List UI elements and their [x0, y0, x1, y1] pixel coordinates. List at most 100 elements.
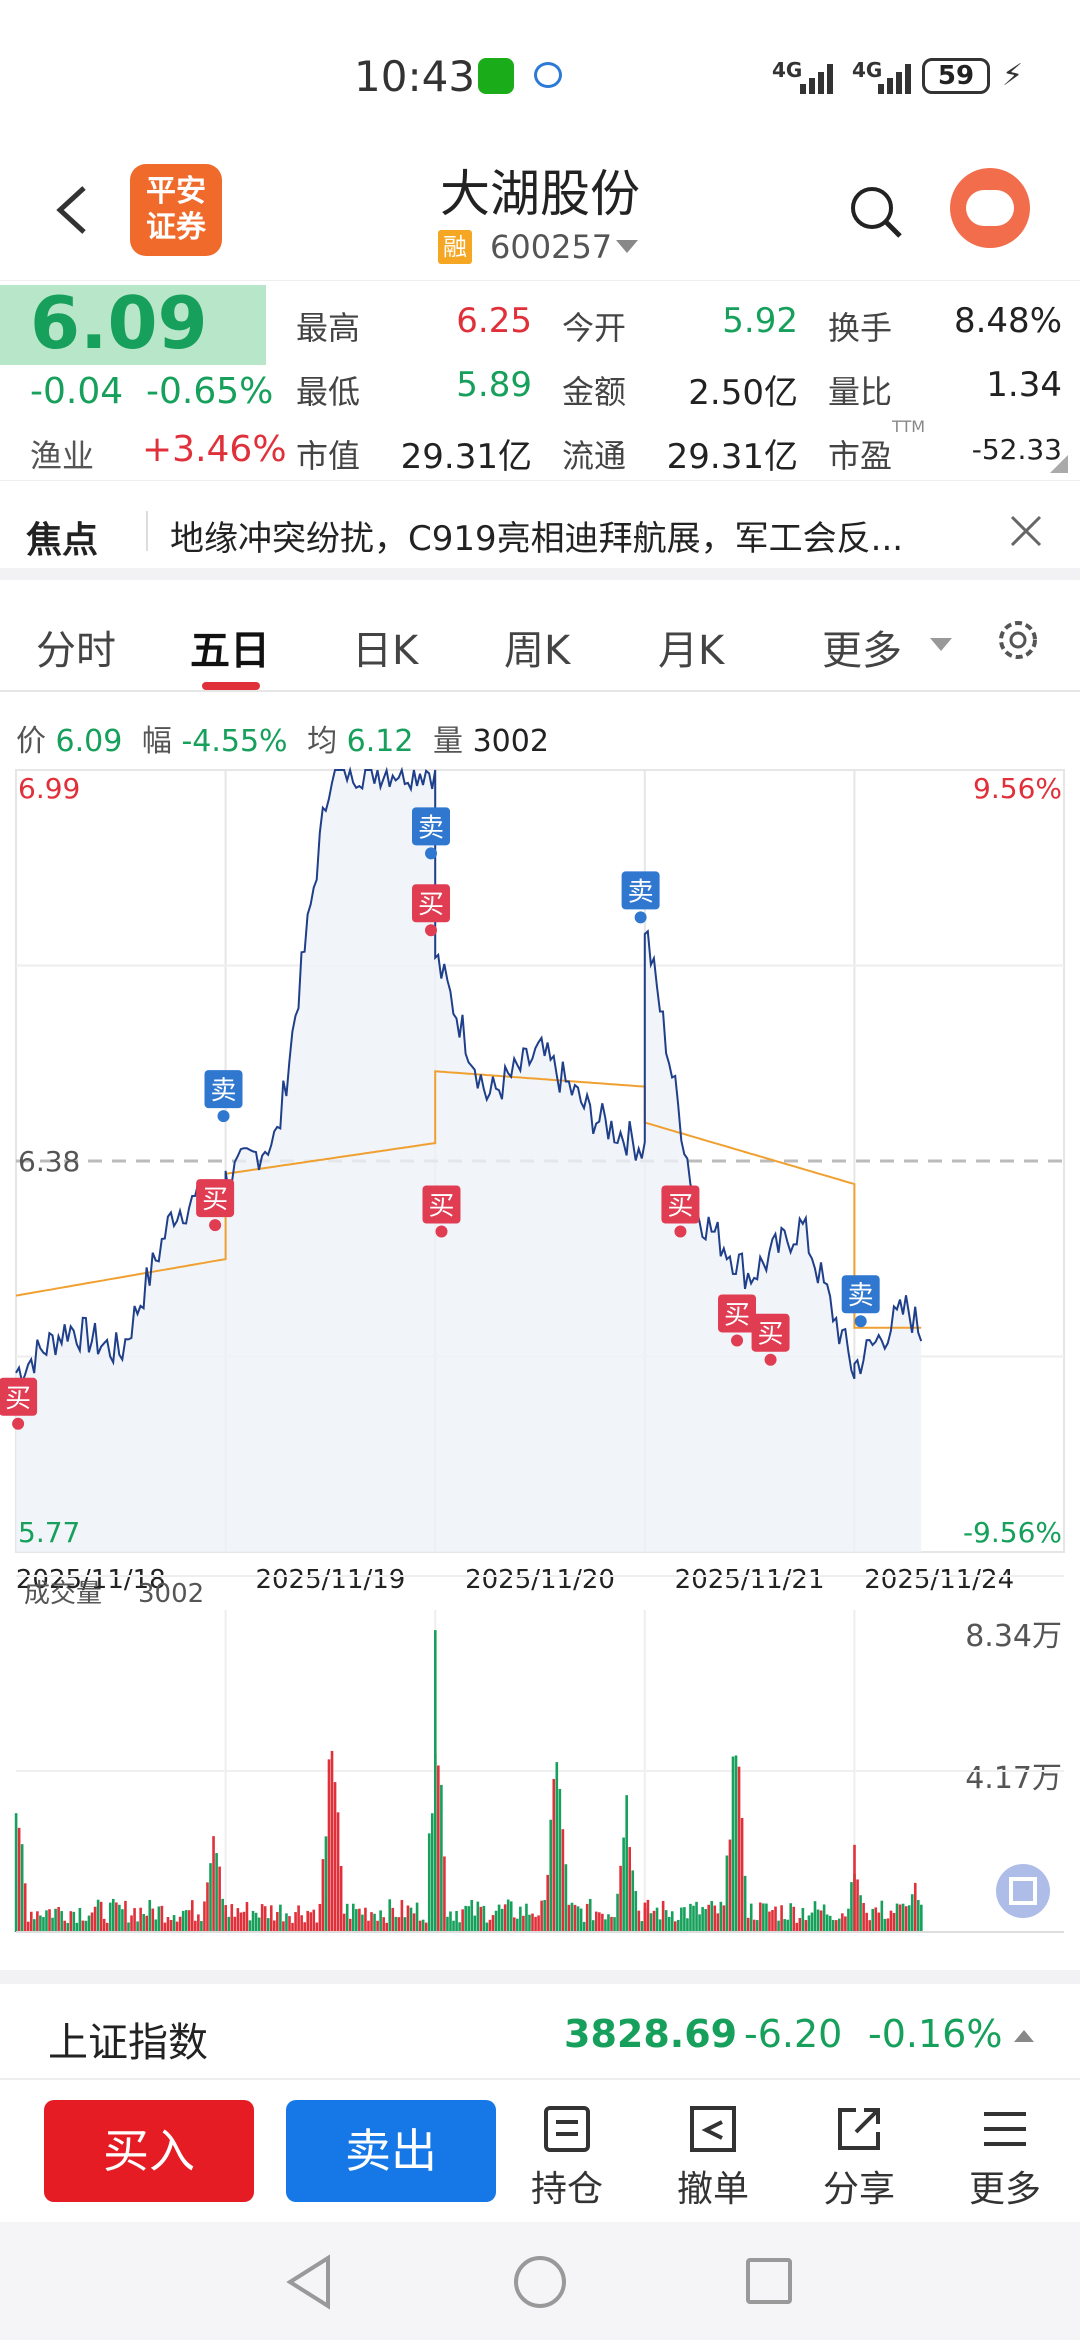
- volume-bar: [485, 1922, 489, 1932]
- avatar[interactable]: [950, 168, 1030, 248]
- volume-bar: [26, 1921, 30, 1932]
- volume-bar: [154, 1919, 158, 1932]
- volume-bar: [200, 1920, 203, 1932]
- volume-bar: [661, 1900, 665, 1932]
- volume-bar: [163, 1922, 167, 1932]
- high-value: 6.25: [456, 301, 532, 341]
- volume-bar: [148, 1900, 152, 1932]
- volume-bar: [376, 1920, 379, 1932]
- volume-bar: [525, 1903, 528, 1932]
- sell-marker-label: 卖: [628, 877, 654, 907]
- volume-bar: [81, 1920, 85, 1932]
- volume-bar: [500, 1908, 504, 1932]
- news-text[interactable]: 地缘冲突纷扰，C919亮相迪拜航展，军工会反...: [170, 511, 990, 560]
- holdings-button[interactable]: 持仓: [512, 2104, 622, 2212]
- volume-bar: [361, 1914, 364, 1932]
- tab-five-day[interactable]: 五日: [190, 618, 270, 676]
- more-button[interactable]: 更多: [950, 2104, 1060, 2212]
- cancel-order-button[interactable]: 撤单: [658, 2104, 768, 2212]
- close-icon[interactable]: [1006, 511, 1046, 551]
- volume-bar: [118, 1904, 121, 1932]
- volume-bar: [327, 1759, 331, 1932]
- amount-label: 金额: [562, 373, 627, 411]
- volume-bar: [443, 1856, 446, 1932]
- share-icon: [838, 2108, 880, 2150]
- volume-bar: [798, 1918, 802, 1932]
- volume-bar: [437, 1765, 440, 1932]
- volume-bar: [828, 1915, 832, 1932]
- fullscreen-icon[interactable]: [996, 1864, 1050, 1918]
- five-day-chart[interactable]: 价 6.09 幅 -4.55% 均 6.12 量 3002 6.99 9.56% 6…: [0, 692, 1080, 1952]
- volume-value: 3002: [138, 1579, 204, 1609]
- volume-bar: [801, 1907, 805, 1932]
- mcap-value: 29.31亿: [400, 437, 532, 477]
- tab-daily-k[interactable]: 日K: [352, 618, 418, 676]
- volume-bar: [582, 1921, 586, 1932]
- volume-bar: [291, 1922, 294, 1932]
- price-chart-svg: 6.99 9.56%6.385.77 -9.56%2025/11/18 2025/11…: [0, 766, 1065, 1933]
- expand-up-icon[interactable]: [1014, 2030, 1034, 2042]
- volume-bar: [467, 1906, 471, 1932]
- volume-bar: [84, 1920, 88, 1932]
- volume-bar: [680, 1907, 683, 1932]
- volume-bar: [910, 1894, 914, 1932]
- tab-intraday[interactable]: 分时: [36, 618, 116, 676]
- volume-bar: [266, 1918, 270, 1932]
- network-4g-1: 4G: [772, 58, 803, 82]
- settings-gear-icon[interactable]: [994, 616, 1042, 664]
- volume-bar: [294, 1912, 297, 1932]
- volume-bar: [403, 1917, 407, 1932]
- volume-bar: [355, 1909, 358, 1932]
- volume-bar: [424, 1922, 428, 1932]
- news-bar[interactable]: 焦点 地缘冲突纷扰，C919亮相迪拜航展，军工会反...: [0, 480, 1080, 580]
- volume-label: 成交量: [24, 1579, 102, 1609]
- buy-button[interactable]: 买入: [44, 2100, 254, 2202]
- buy-marker-dot: [674, 1225, 687, 1238]
- index-ticker[interactable]: 上证指数 3828.69 -6.20 -0.16%: [0, 1970, 1080, 2080]
- low-value: 5.89: [456, 365, 532, 405]
- volume-bar: [695, 1901, 698, 1932]
- tab-more[interactable]: 更多: [822, 618, 902, 676]
- volume-bar: [591, 1920, 595, 1932]
- volume-bar: [847, 1908, 850, 1932]
- wechat-icon: [478, 58, 514, 94]
- vol-mid-label: 4.17万: [965, 1761, 1062, 1796]
- volume-bar: [719, 1901, 723, 1932]
- cancel-order-label: 撤单: [676, 2169, 749, 2210]
- volume-bar: [190, 1900, 194, 1932]
- volume-bar: [427, 1833, 431, 1932]
- volume-bar: [813, 1901, 817, 1932]
- expand-corner-icon[interactable]: [1050, 455, 1068, 473]
- volume-bar: [613, 1917, 616, 1932]
- volume-bar: [273, 1920, 276, 1932]
- nav-recents-icon[interactable]: [746, 2258, 792, 2304]
- sell-button[interactable]: 卖出: [286, 2100, 496, 2202]
- volume-bar: [452, 1920, 455, 1932]
- pe-label: 市盈: [828, 437, 893, 475]
- volume-bar: [838, 1918, 841, 1932]
- volume-bar: [29, 1911, 33, 1932]
- share-button[interactable]: 分享: [804, 2104, 914, 2212]
- volume-bar: [546, 1874, 549, 1932]
- tab-monthly-k[interactable]: 月K: [658, 618, 724, 676]
- code-dropdown-icon[interactable]: [616, 240, 638, 253]
- volume-bar: [913, 1882, 917, 1932]
- volume-bar: [670, 1911, 674, 1932]
- volume-bar: [312, 1909, 316, 1932]
- sector-name[interactable]: 渔业: [30, 431, 94, 477]
- volume-bar: [759, 1902, 762, 1932]
- volume-bar: [494, 1910, 498, 1932]
- more-dropdown-icon[interactable]: [930, 638, 952, 651]
- volume-bar: [248, 1920, 252, 1932]
- nav-back-icon[interactable]: [280, 2252, 340, 2312]
- volume-bar: [804, 1920, 808, 1932]
- volume-bar: [42, 1917, 45, 1932]
- amount-value: 2.50亿: [688, 373, 798, 413]
- sell-marker-label: 卖: [418, 813, 444, 843]
- search-icon[interactable]: [848, 184, 904, 240]
- volume-bar: [777, 1920, 780, 1932]
- nav-home-icon[interactable]: [514, 2256, 566, 2308]
- tab-weekly-k[interactable]: 周K: [504, 618, 570, 676]
- open-value: 5.92: [722, 301, 798, 341]
- volume-bar: [588, 1898, 592, 1932]
